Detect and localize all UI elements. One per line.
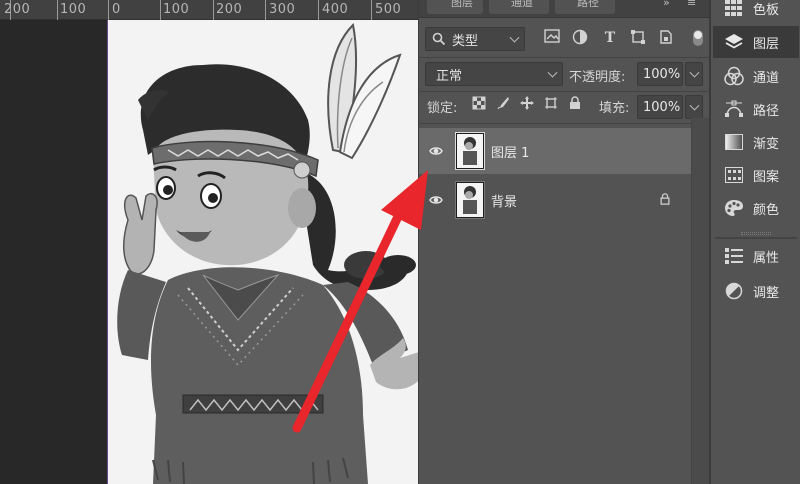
dock-label: 属性 [753,250,780,266]
dock-label: 通道 [753,70,780,86]
swatches-icon [723,0,745,19]
dock-item-patterns[interactable]: 图案 [713,159,799,191]
layer-name: 图层 1 [491,146,530,161]
dock-label: 颜色 [753,202,780,218]
dock-item-channels[interactable]: 通道 [713,60,799,92]
tab-paths-label: 路径 [577,0,599,9]
ruler-label: 0 [112,2,121,17]
dock-item-swatches[interactable]: 色板 [713,0,799,24]
layer-row-layer1[interactable]: 图层 1 [419,128,691,174]
gradient-icon [723,131,745,153]
filter-smartobject-icon[interactable] [657,29,675,47]
properties-icon [723,245,745,267]
horizontal-ruler[interactable]: 200 100 0 100 200 300 400 500 [0,0,418,20]
divider [419,123,709,124]
photoshop-window: 200 100 0 100 200 300 400 500 图层 通道 路径 »… [0,0,800,484]
ruler-label: 100 [163,2,190,17]
blend-mode-value: 正常 [436,68,463,84]
panel-menu-icon[interactable]: » [663,0,670,9]
layer-filter-select[interactable]: 类型 [425,27,525,51]
panel-tab-bar: 图层 通道 路径 » ≡ [419,0,709,18]
layers-icon [723,31,745,53]
canvas-area[interactable]: 200 100 0 100 200 300 400 500 [0,0,418,484]
visibility-eye-icon[interactable] [429,144,443,158]
dock-grip[interactable] [741,232,771,235]
opacity-input[interactable]: 100% [637,62,683,86]
chevron-down-icon [689,100,700,111]
fill-dropdown[interactable] [685,95,703,119]
patterns-icon [723,164,745,186]
chevron-down-icon [547,67,558,78]
dock-item-color[interactable]: 颜色 [713,192,799,224]
layers-scrollbar[interactable] [691,118,709,484]
document-canvas[interactable] [107,20,418,484]
fill-label: 填充: [599,101,630,116]
ruler-label: 300 [269,2,296,17]
lock-label: 锁定: [427,101,458,116]
divider [419,57,709,58]
right-dock: 色板 图层 通道 路径 渐变 图案 颜色 属性 调整 [710,0,800,484]
dock-label: 图层 [753,36,780,52]
lock-position-icon[interactable] [519,96,535,112]
ruler-label: 500 [375,2,402,17]
tab-layers-label: 图层 [451,0,473,9]
visibility-eye-icon[interactable] [429,193,443,207]
opacity-label: 不透明度: [569,70,626,85]
ruler-tick [371,0,372,20]
lock-icon [660,193,670,205]
ruler-label: 200 [216,2,243,17]
ruler-tick [318,0,319,20]
ruler-tick [265,0,266,20]
lock-all-icon[interactable] [567,96,583,112]
search-icon [432,32,446,46]
blend-mode-select[interactable]: 正常 [425,62,563,86]
adjustments-icon [723,280,745,302]
dock-label: 色板 [753,2,780,18]
channels-icon [723,65,745,87]
layer-thumbnail [456,133,484,169]
layer-thumbnail [456,182,484,218]
filter-adjustment-icon[interactable] [571,29,589,47]
lock-artboard-icon[interactable] [543,96,559,112]
filter-toggle-icon[interactable] [689,29,707,47]
dock-item-gradients[interactable]: 渐变 [713,126,799,158]
dock-label: 路径 [753,103,780,119]
panel-options-icon[interactable]: ≡ [687,0,696,9]
dock-item-layers[interactable]: 图层 [713,26,799,58]
dock-label: 图案 [753,169,780,185]
ruler-tick [108,0,109,20]
ruler-tick [160,0,161,20]
opacity-dropdown[interactable] [685,62,703,86]
chevron-down-icon [509,32,520,43]
dock-label: 调整 [753,285,780,301]
fill-input[interactable]: 100% [637,95,683,119]
filter-type-icon[interactable]: T [601,29,619,47]
dock-item-adjustments[interactable]: 调整 [713,275,799,307]
layer-filter-label: 类型 [452,33,479,49]
color-icon [723,197,745,219]
grayscale-girl-illustration [117,22,418,484]
dock-item-properties[interactable]: 属性 [713,240,799,272]
dock-item-paths[interactable]: 路径 [713,93,799,125]
ruler-tick [57,0,58,20]
divider [419,91,709,92]
tab-channels-label: 通道 [511,0,533,9]
dock-label: 渐变 [753,136,780,152]
ruler-label: 400 [322,2,349,17]
filter-pixel-icon[interactable] [543,29,561,47]
layer-name: 背景 [491,195,518,210]
ruler-tick [213,0,214,20]
dock-divider [715,237,797,239]
paths-icon [723,98,745,120]
layers-panel: 图层 通道 路径 » ≡ 类型 T 正常 不透明度: 100% 锁定: 填充: … [418,0,710,484]
ruler-label: 200 [4,2,31,17]
filter-shape-icon[interactable] [629,29,647,47]
layer-row-background[interactable]: 背景 [419,177,691,223]
chevron-down-icon [689,67,700,78]
lock-image-pixels-icon[interactable] [495,96,511,112]
ruler-label: 100 [60,2,87,17]
lock-transparent-pixels-icon[interactable] [471,96,487,112]
